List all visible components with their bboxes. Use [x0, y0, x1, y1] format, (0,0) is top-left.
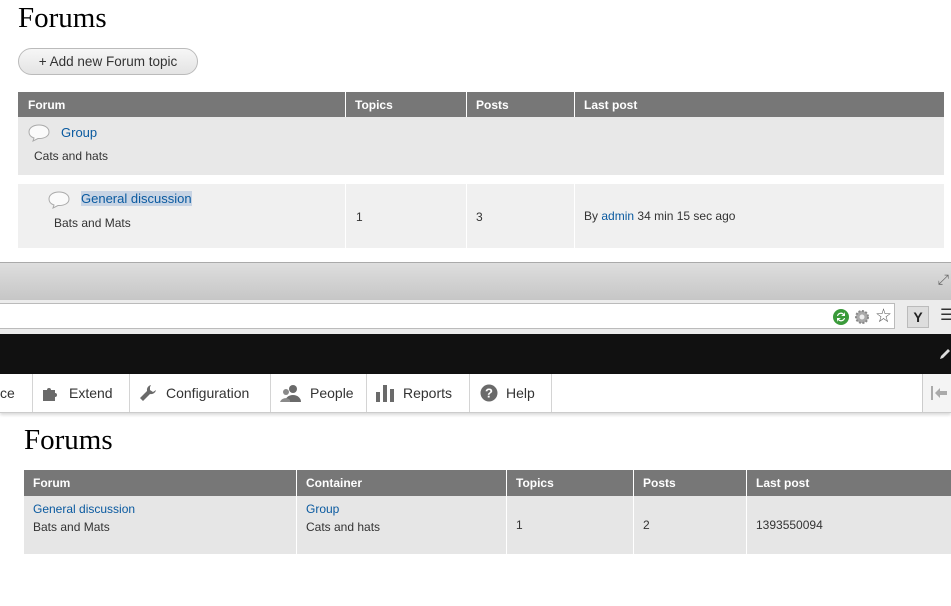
menu-item-configuration[interactable]: Configuration — [130, 374, 271, 412]
topics-count: 1 — [516, 518, 523, 532]
col-topics: Topics — [355, 98, 393, 112]
posts-count: 3 — [476, 210, 483, 224]
page-title: Forums — [18, 2, 107, 34]
forum-bubble-icon — [48, 191, 70, 209]
table-header: Forum Container Topics Posts Last post — [24, 470, 951, 496]
address-bar[interactable]: ☆ — [0, 303, 895, 329]
admin-menu: ce Extend Configuration People Reports ?… — [0, 374, 951, 413]
people-icon — [280, 385, 301, 402]
container-link[interactable]: Group — [306, 502, 339, 516]
help-icon: ? — [480, 384, 498, 402]
col-last-post: Last post — [756, 476, 810, 490]
edit-pencil-icon[interactable] — [938, 347, 951, 361]
col-posts: Posts — [476, 98, 509, 112]
menu-item-appearance[interactable]: ce — [0, 374, 33, 412]
last-post-time: 34 min 15 sec ago — [637, 209, 736, 223]
browser-titlebar: ⤢ — [0, 262, 951, 301]
page-title: Forums — [24, 424, 113, 456]
refresh-extension-icon[interactable] — [832, 308, 850, 326]
svg-text:?: ? — [485, 386, 493, 401]
last-post: By admin 34 min 15 sec ago — [584, 209, 735, 223]
menu-item-people[interactable]: People — [271, 374, 367, 412]
y-extension-button[interactable]: Y — [907, 306, 929, 328]
puzzle-icon — [43, 388, 57, 401]
group-description: Cats and hats — [34, 149, 109, 163]
menu-item-label: Configuration — [166, 385, 250, 401]
forum-bubble-icon — [28, 124, 50, 142]
menu-item-help[interactable]: ? Help — [470, 374, 552, 412]
last-post-prefix: By — [584, 209, 599, 223]
collapse-arrow-icon — [931, 386, 947, 400]
col-posts: Posts — [643, 476, 676, 490]
bookmark-star-icon[interactable]: ☆ — [875, 305, 892, 328]
gear-extension-icon[interactable] — [853, 308, 871, 326]
menu-item-reports[interactable]: Reports — [367, 374, 470, 412]
menu-item-label: Help — [506, 385, 535, 401]
forum-description: Bats and Mats — [33, 520, 110, 534]
bar-chart-icon — [376, 385, 394, 402]
topics-count: 1 — [356, 210, 363, 224]
col-forum: Forum — [28, 98, 66, 112]
table-row-group: Group Cats and hats — [18, 117, 944, 175]
browser-toolbar: ☆ Y ☰ — [0, 300, 951, 334]
col-last-post: Last post — [584, 98, 638, 112]
menu-item-label: ce — [0, 385, 15, 401]
menu-item-extend[interactable]: Extend — [33, 374, 130, 412]
group-link[interactable]: Group — [61, 125, 97, 140]
container-description: Cats and hats — [306, 520, 381, 534]
chrome-menu-icon[interactable]: ☰ — [940, 305, 951, 325]
table-header: Forum Topics Posts Last post — [18, 92, 944, 117]
general-discussion-link[interactable]: General discussion — [81, 191, 192, 206]
fullscreen-icon[interactable]: ⤢ — [938, 271, 949, 288]
last-post-timestamp: 1393550094 — [756, 518, 823, 532]
col-topics: Topics — [516, 476, 554, 490]
col-forum: Forum — [33, 476, 71, 490]
plus-icon: + — [38, 54, 47, 69]
collapse-toolbar-button[interactable] — [922, 374, 951, 412]
menu-item-label: People — [310, 385, 354, 401]
wrench-icon — [140, 385, 156, 401]
posts-count: 2 — [643, 518, 650, 532]
add-forum-topic-button[interactable]: + Add new Forum topic — [18, 48, 198, 75]
menu-item-label: Extend — [69, 385, 113, 401]
last-post-user-link[interactable]: admin — [601, 209, 634, 223]
table-row: General discussion Bats and Mats Group C… — [24, 496, 951, 554]
add-forum-topic-label: Add new Forum topic — [49, 54, 178, 69]
admin-toolbar-dark — [0, 334, 951, 374]
menu-item-label: Reports — [403, 385, 453, 401]
table-row-forum: General discussion Bats and Mats 1 3 By … — [18, 184, 944, 248]
col-container: Container — [306, 476, 363, 490]
forum-description: Bats and Mats — [54, 216, 131, 230]
forum-link[interactable]: General discussion — [33, 502, 135, 516]
